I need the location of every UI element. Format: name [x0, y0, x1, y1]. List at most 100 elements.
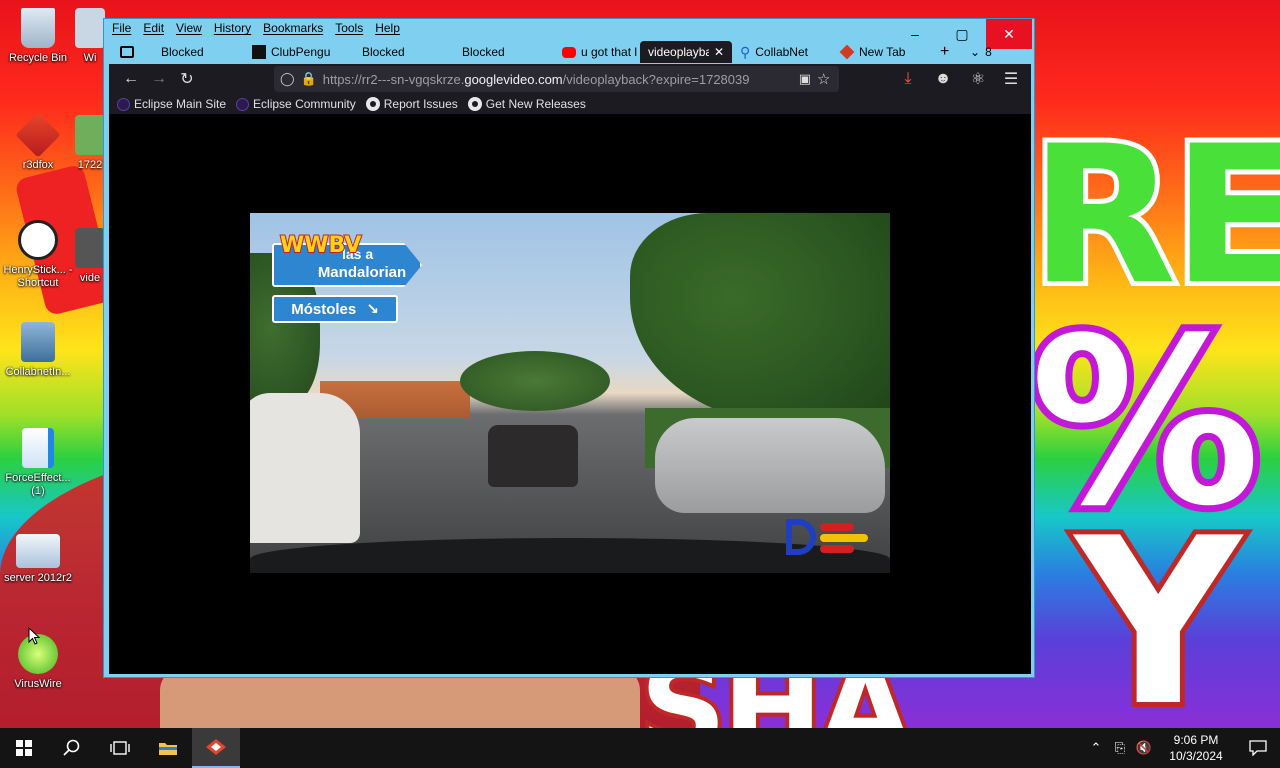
task-view-button[interactable] [96, 728, 144, 768]
tab-label: videoplayba [648, 45, 709, 59]
desktop-icon-label: r3dfox [22, 159, 54, 171]
tab-collabnet[interactable]: ⚲ CollabNet [732, 41, 832, 63]
bookmark-label: Get New Releases [485, 97, 586, 111]
search-icon [63, 739, 80, 756]
tab-videoplayback[interactable]: videoplayba ✕ [640, 41, 732, 63]
desktop-icon-server-2012r2[interactable]: server 2012r2 [0, 534, 76, 585]
desktop-icon-label: vide [79, 272, 101, 284]
url-bar[interactable]: ◯ 🔒 https://rr2---sn-vgqskrze.googlevide… [274, 66, 839, 92]
logo-bar [820, 545, 854, 553]
app-menu-button[interactable]: ☰ [997, 65, 1025, 93]
mouse-cursor-icon [28, 627, 40, 645]
search-favicon: ⚲ [740, 43, 751, 60]
eclipse-icon [236, 97, 250, 111]
picture-in-picture-icon[interactable]: ▣ [799, 71, 811, 87]
menu-bar: File Edit View History Bookmarks Tools H… [112, 21, 400, 35]
tab-new-tab[interactable]: New Tab [832, 41, 932, 63]
show-hidden-icons-button[interactable]: ⌃ [1084, 728, 1108, 768]
tab-list-button[interactable]: ⌄ 8 [962, 41, 1002, 63]
desktop-icon-label: server 2012r2 [4, 572, 72, 584]
browser-window: File Edit View History Bookmarks Tools H… [103, 18, 1035, 678]
bookmark-star-icon[interactable]: ☆ [817, 70, 830, 88]
desktop-icon-recycle-bin[interactable]: Recycle Bin [0, 8, 76, 65]
hamburger-menu-icon: ☰ [1003, 71, 1019, 88]
tab-blocked-2[interactable]: Blocked [344, 41, 442, 63]
tab-label: New Tab [859, 45, 906, 59]
logo-bar [820, 534, 868, 542]
tab-youtube[interactable]: u got that l [554, 41, 640, 63]
url-prefix: https://rr2---sn-vgqskrze. [322, 71, 465, 87]
tab-label: u got that l [581, 45, 638, 59]
forward-button[interactable]: → [145, 65, 173, 93]
tab-blocked-3[interactable]: Blocked [442, 41, 554, 63]
tab-count: 8 [985, 45, 992, 59]
github-icon [365, 97, 380, 111]
taskbar: ⌃ ⎘ 🔇 9:06 PM 10/3/2024 [0, 728, 1280, 768]
title-bar[interactable]: File Edit View History Bookmarks Tools H… [104, 19, 1034, 49]
tab-close-icon[interactable]: ✕ [714, 45, 724, 59]
clubpenguin-favicon [252, 45, 266, 59]
bookmark-report-issues[interactable]: Report Issues [365, 97, 458, 111]
road-sign-text: Mandalorian [317, 263, 407, 281]
menu-file[interactable]: File [112, 21, 131, 35]
volume-button[interactable]: 🔇 [1132, 728, 1156, 768]
search-button[interactable] [48, 728, 96, 768]
image-file-icon [75, 115, 105, 155]
task-view-icon [110, 741, 130, 755]
extensions-button[interactable]: ⚛ [964, 65, 992, 93]
tab-label: ClubPengu [271, 45, 331, 59]
menu-edit[interactable]: Edit [143, 21, 164, 35]
bookmark-get-new-releases[interactable]: Get New Releases [467, 97, 586, 111]
account-icon: ☻ [934, 70, 952, 87]
recycle-bin-icon [21, 8, 55, 48]
github-icon [467, 97, 482, 111]
r3dfox-favicon [839, 44, 855, 60]
bookmark-eclipse-community[interactable]: Eclipse Community [236, 97, 356, 111]
action-center-button[interactable] [1236, 728, 1280, 768]
clock[interactable]: 9:06 PM 10/3/2024 [1156, 732, 1236, 764]
bookmark-label: Eclipse Main Site [134, 97, 227, 111]
video-file-icon [75, 228, 105, 268]
watermark-logo: WWBV [279, 232, 362, 259]
menu-bookmarks[interactable]: Bookmarks [263, 21, 323, 35]
account-button[interactable]: ☻ [929, 65, 957, 93]
new-tab-button[interactable]: + [932, 41, 962, 63]
chevron-down-icon: ⌄ [970, 45, 981, 59]
tab-blocked-1[interactable]: Blocked [104, 41, 244, 63]
wallpaper-text: Y [1070, 485, 1247, 728]
shield-icon: ◯ [280, 71, 295, 86]
desktop-icon-r3dfox[interactable]: r3dfox [0, 112, 76, 172]
volume-muted-icon: 🔇 [1135, 740, 1153, 755]
video-scene-car [655, 418, 885, 513]
reload-icon: ↻ [180, 71, 194, 88]
network-button[interactable]: ⎘ [1108, 728, 1132, 768]
menu-history[interactable]: History [214, 21, 251, 35]
menu-tools[interactable]: Tools [335, 21, 363, 35]
bookmark-eclipse-main-site[interactable]: Eclipse Main Site [117, 97, 226, 111]
menu-view[interactable]: View [176, 21, 202, 35]
eclipse-icon [117, 97, 130, 111]
menu-help[interactable]: Help [375, 21, 400, 35]
start-button[interactable] [0, 728, 48, 768]
r3dfox-icon [15, 112, 61, 158]
desktop-icon-collabnet[interactable]: CollabnetIn... [0, 322, 76, 379]
bookmark-label: Eclipse Community [253, 97, 356, 111]
close-icon: ✕ [1003, 25, 1015, 42]
tab-list-icon [120, 46, 134, 58]
taskbar-file-explorer[interactable] [144, 728, 192, 768]
video-player[interactable]: Mandalorian las a Móstoles ↘ WWBV [250, 213, 890, 573]
desktop-icon-label: Recycle Bin [8, 52, 68, 64]
chevron-up-icon: ⌃ [1090, 740, 1102, 755]
taskbar-r3dfox[interactable] [192, 728, 240, 768]
plus-icon: + [940, 43, 950, 60]
reload-button[interactable]: ↻ [173, 65, 201, 93]
clock-time: 9:06 PM [1173, 733, 1219, 747]
tab-clubpenguin[interactable]: ClubPengu [244, 41, 344, 63]
back-button[interactable]: ← [117, 65, 145, 93]
desktop-icon-forceeffect[interactable]: ForceEffect... (1) [0, 428, 76, 498]
bookmarks-toolbar: Eclipse Main Site Eclipse Community Repo… [109, 94, 1031, 114]
r3dfox-icon [206, 739, 226, 755]
desktop-icon-henrystickmin[interactable]: HenryStick... - Shortcut [0, 220, 76, 290]
downloads-button[interactable]: ⤓ [894, 65, 922, 93]
tab-strip: Blocked ClubPengu Blocked Blocked u got … [104, 41, 1034, 63]
